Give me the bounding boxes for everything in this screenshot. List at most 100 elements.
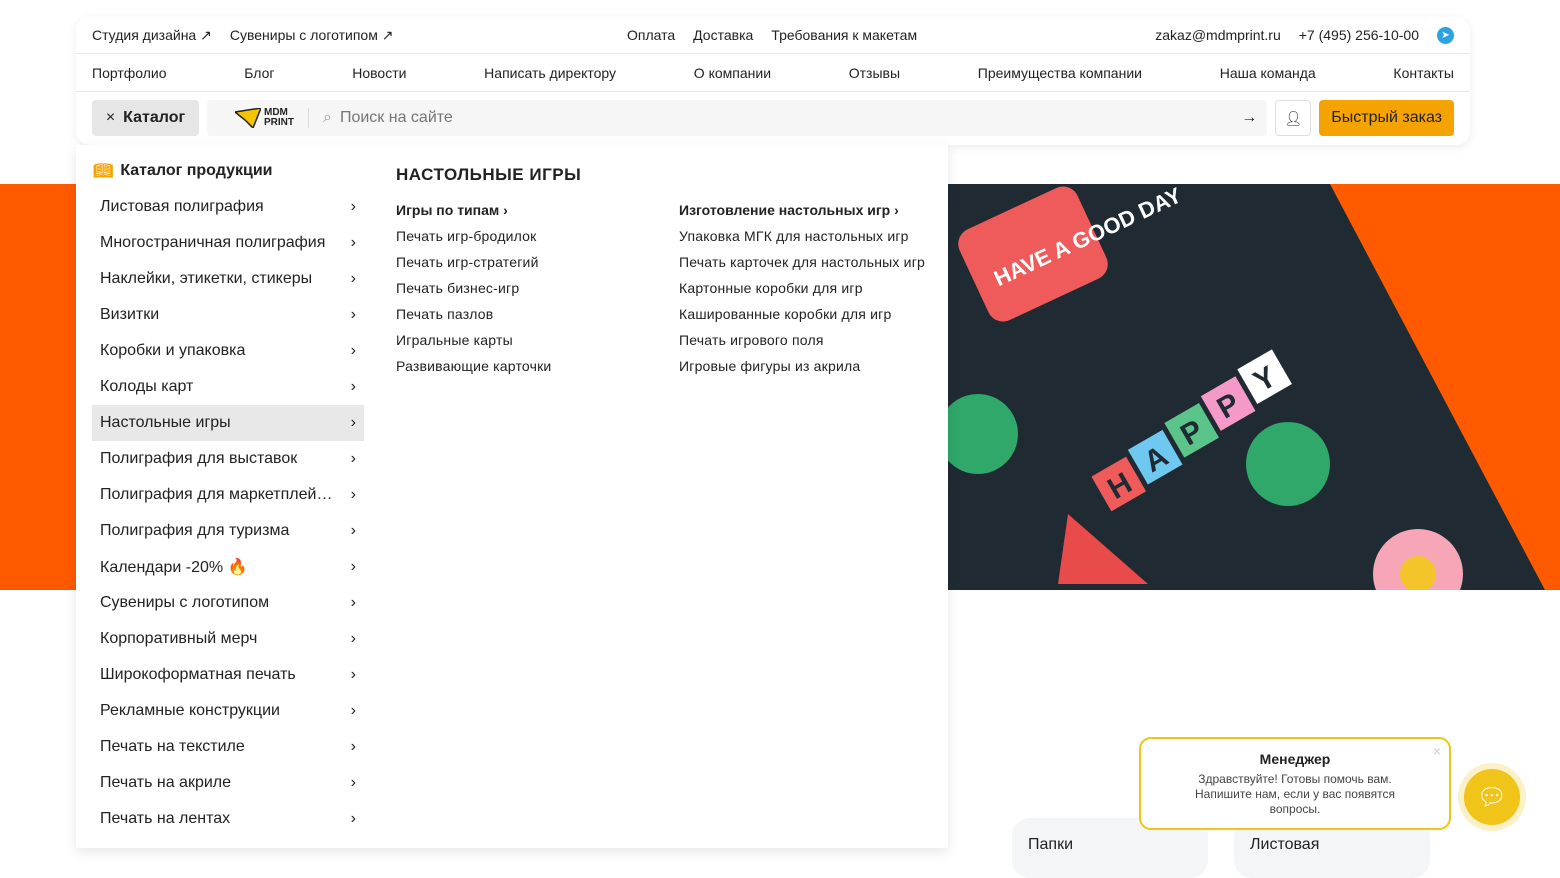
chevron-right-icon: › (350, 666, 356, 683)
catalog-title: 📖︎ Каталог продукции (93, 162, 273, 180)
chevron-right-icon: › (350, 306, 356, 323)
top-bar: Студия дизайна ↗ Сувениры с логотипом ↗ … (76, 17, 1470, 54)
arrow-up-right-icon: ↗ (200, 26, 212, 43)
card-title: Папки (1028, 836, 1073, 853)
catalog-item-label: Печать на текстиле (100, 738, 245, 755)
submenu-link[interactable]: Упаковка МГК для настольных игр (679, 227, 939, 245)
submenu-link[interactable]: Развивающие карточки (396, 357, 656, 375)
search-bar[interactable]: MDMPRINT ⌕ → (207, 100, 1268, 136)
catalog-item-label: Календари -20% 🔥 (100, 559, 248, 576)
chevron-right-icon: › (350, 522, 356, 539)
catalog-close-button[interactable]: × Каталог (92, 100, 199, 136)
catalog-item[interactable]: Наклейки, этикетки, стикеры › (92, 261, 364, 297)
catalog-item[interactable]: Широкоформатная печать › (92, 657, 364, 693)
chevron-right-icon: › (350, 414, 356, 431)
catalog-item[interactable]: Сувениры с логотипом › (92, 585, 364, 621)
catalog-item[interactable]: Календари -20% 🔥 › (92, 549, 364, 585)
catalog-item[interactable]: Листовая полиграфия › (92, 189, 364, 225)
chevron-right-icon: › (350, 270, 356, 287)
nav-advantages[interactable]: Преимущества компании (978, 65, 1142, 81)
chevron-right-icon: › (350, 810, 356, 827)
catalog-item-label: Полиграфия для маркетплей… (100, 486, 333, 503)
nav-reviews[interactable]: Отзывы (849, 65, 900, 81)
arrow-right-icon[interactable]: → (1241, 109, 1257, 127)
arrow-up-right-icon: ↗ (381, 26, 394, 43)
catalog-item-label: Широкоформатная печать (100, 666, 296, 683)
catalog-item[interactable]: Полиграфия для выставок › (92, 441, 364, 477)
catalog-item[interactable]: Печать на лентах › (92, 801, 364, 837)
chevron-right-icon: › (503, 202, 508, 218)
catalog-item[interactable]: Многостраничная полиграфия › (92, 225, 364, 261)
submenu-link[interactable]: Печать игр-стратегий (396, 253, 656, 271)
submenu: НАСТОЛЬНЫЕ ИГРЫ (396, 165, 581, 185)
chevron-right-icon: › (350, 378, 356, 395)
chevron-right-icon: › (350, 342, 356, 359)
email-link[interactable]: zakaz@mdmprint.ru (1155, 27, 1280, 43)
nav-team[interactable]: Наша команда (1220, 65, 1316, 81)
submenu-title: НАСТОЛЬНЫЕ ИГРЫ (396, 165, 582, 184)
submenu-column: Изготовление настольных игр › Упаковка МГ… (679, 202, 939, 383)
catalog-item-label: Коробки и упаковка (100, 342, 246, 359)
nav-write-director[interactable]: Написать директору (484, 65, 616, 81)
telegram-icon[interactable]: ➤ (1437, 26, 1454, 44)
close-icon[interactable]: × (1433, 743, 1441, 759)
chevron-right-icon: › (350, 558, 356, 575)
book-icon: 📖︎ (93, 163, 114, 180)
quick-order-button[interactable]: Быстрый заказ (1319, 100, 1454, 136)
requirements-link[interactable]: Требования к макетам (771, 27, 917, 43)
nav-portfolio[interactable]: Портфолио (92, 65, 167, 81)
mdm-print-logo[interactable]: MDM PRINT (235, 108, 309, 128)
chat-popup: × Менеджер Здравствуйте! Готовы помочь в… (1139, 737, 1451, 830)
account-button[interactable]: 👤︎ (1275, 100, 1312, 136)
souvenirs-link[interactable]: Сувениры с логотипом ↗ (230, 27, 394, 44)
nav-about[interactable]: О компании (694, 65, 771, 81)
chevron-right-icon: › (350, 198, 356, 215)
catalog-item[interactable]: Колоды карт › (92, 369, 364, 405)
chat-button[interactable]: 💬︎ (1458, 763, 1526, 831)
chevron-right-icon: › (350, 702, 356, 719)
submenu-column-heading[interactable]: Игры по типам › (396, 202, 656, 218)
design-studio-link[interactable]: Студия дизайна ↗ (92, 27, 212, 44)
payment-link[interactable]: Оплата (627, 27, 675, 43)
catalog-item-label: Колоды карт (100, 378, 194, 395)
catalog-item-label: Многостраничная полиграфия (100, 234, 326, 251)
catalog-item[interactable]: Рекламные конструкции › (92, 693, 364, 729)
chevron-right-icon: › (894, 202, 899, 218)
submenu-link[interactable]: Игральные карты (396, 331, 656, 349)
submenu-column-heading[interactable]: Изготовление настольных игр › (679, 202, 939, 218)
catalog-item[interactable]: Полиграфия для туризма › (92, 513, 364, 549)
nav-contacts[interactable]: Контакты (1393, 65, 1453, 81)
catalog-item[interactable]: Коробки и упаковка › (92, 333, 364, 369)
card-title: Листовая (1250, 836, 1320, 853)
catalog-item-label: Наклейки, этикетки, стикеры (100, 270, 313, 287)
site-header: Студия дизайна ↗ Сувениры с логотипом ↗ … (76, 17, 1470, 145)
catalog-item[interactable]: Полиграфия для маркетплей… › (92, 477, 364, 513)
catalog-item[interactable]: Печать на текстиле › (92, 729, 364, 765)
user-icon: 👤︎ (1284, 109, 1303, 126)
submenu-link[interactable]: Кашированные коробки для игр (679, 305, 939, 323)
phone-link[interactable]: +7 (495) 256-10-00 (1299, 27, 1419, 43)
chevron-right-icon: › (350, 450, 356, 467)
submenu-column: Игры по типам › Печать игр-бродилок Печать… (396, 202, 656, 383)
search-input[interactable] (339, 109, 1234, 127)
nav-news[interactable]: Новости (352, 65, 406, 81)
submenu-link[interactable]: Печать пазлов (396, 305, 656, 323)
delivery-link[interactable]: Доставка (693, 27, 753, 43)
main-nav: Портфолио Блог Новости Написать директор… (76, 54, 1470, 92)
toolbar: ×Каталог MDMPRINT ⌕ → 👤︎ Быстрый заказ (76, 92, 1470, 144)
submenu-link[interactable]: Печать игрового поля (679, 331, 939, 349)
submenu-link[interactable]: Игровые фигуры из акрила (679, 357, 939, 375)
catalog-item[interactable]: Печать на акриле › (92, 765, 364, 801)
submenu-link[interactable]: Печать бизнес-игр (396, 279, 656, 297)
catalog-item[interactable]: Настольные игры › (92, 405, 364, 441)
submenu-link[interactable]: Печать карточек для настольных игр (679, 253, 939, 271)
catalog-item[interactable]: Визитки › (92, 297, 364, 333)
catalog-item-label: Полиграфия для выставок (100, 450, 298, 467)
submenu-link[interactable]: Картонные коробки для игр (679, 279, 939, 297)
chevron-right-icon: › (350, 594, 356, 611)
catalog-item[interactable]: Корпоративный мерч › (92, 621, 364, 657)
catalog-item-label: Листовая полиграфия (100, 198, 264, 215)
submenu-link[interactable]: Печать игр-бродилок (396, 227, 656, 245)
search-icon: ⌕ (323, 109, 332, 126)
nav-blog[interactable]: Блог (244, 65, 274, 81)
